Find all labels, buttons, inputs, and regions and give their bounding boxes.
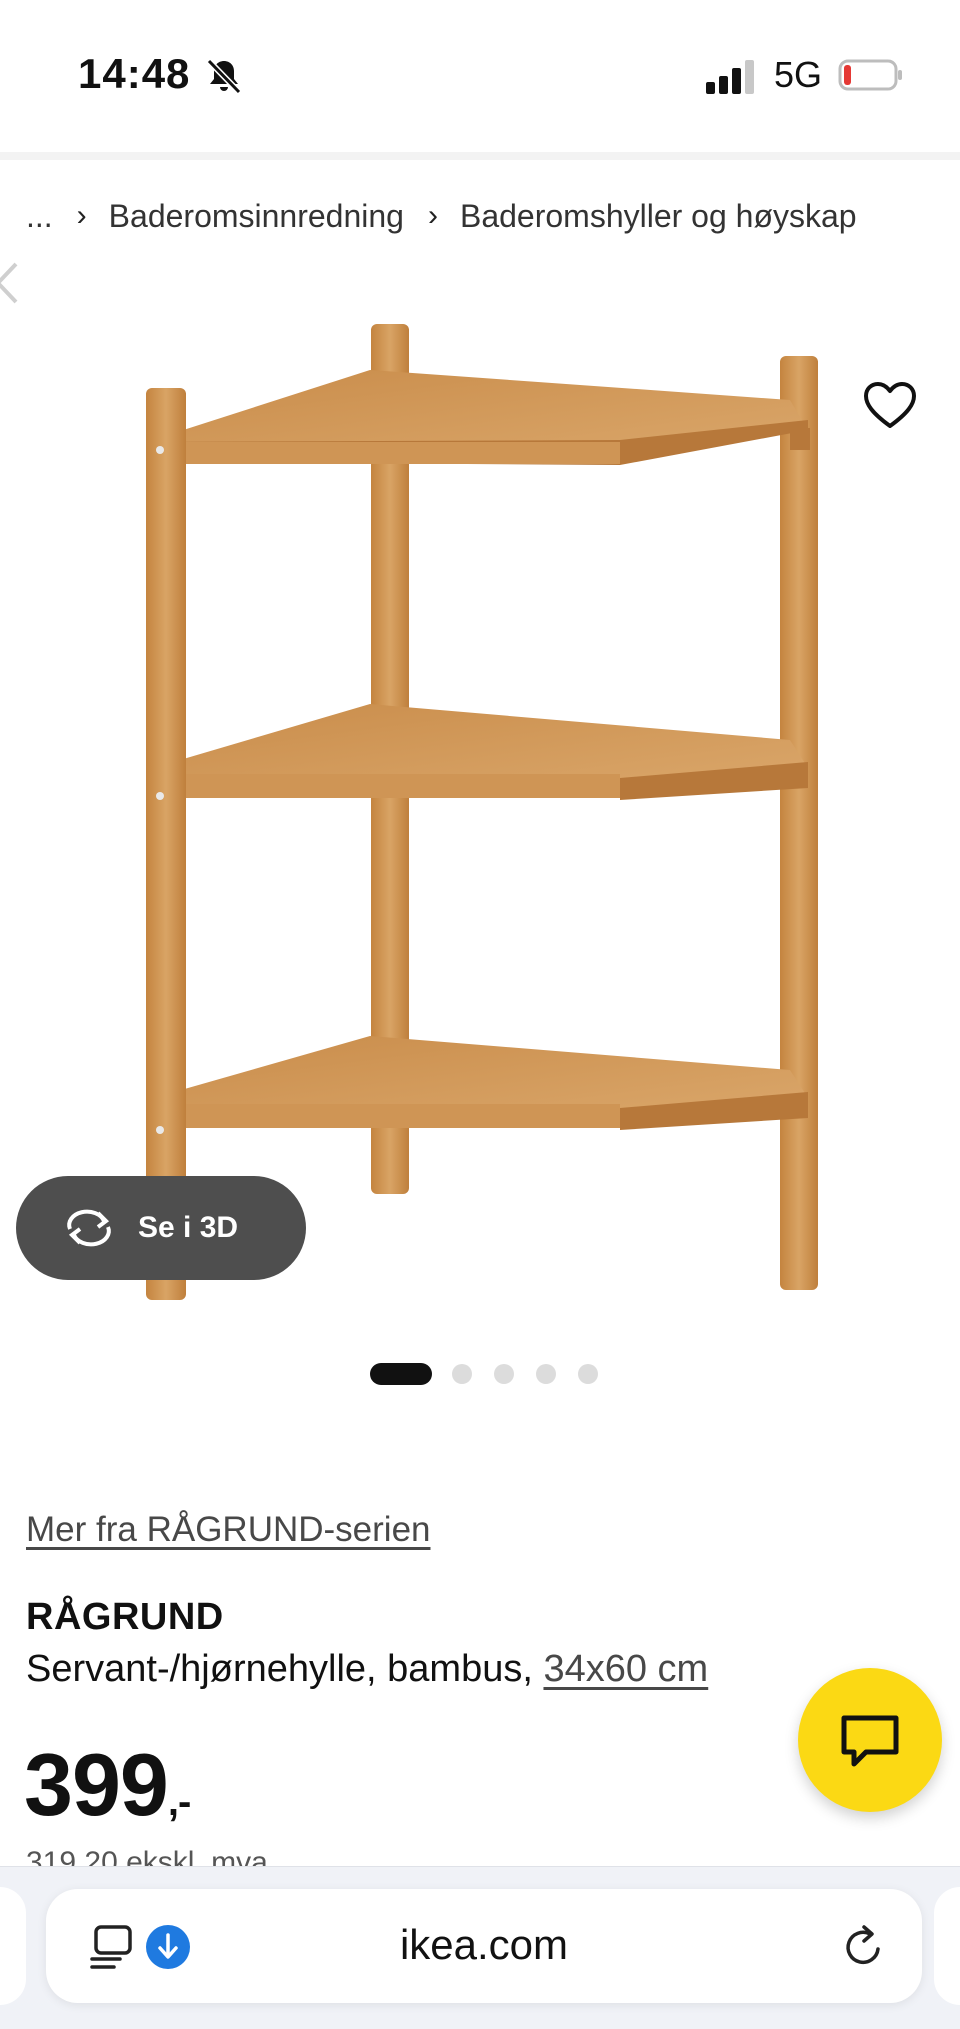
cellular-signal-icon <box>706 60 754 94</box>
bell-slash-icon <box>206 58 242 95</box>
next-tab-preview[interactable] <box>934 1887 960 2005</box>
rotate-3d-icon <box>67 1209 111 1247</box>
view-in-3d-label: Se i 3D <box>138 1211 239 1244</box>
previous-tab-preview[interactable] <box>0 1887 26 2005</box>
chat-icon <box>841 1715 899 1767</box>
carousel-dot-active[interactable] <box>370 1363 432 1385</box>
view-in-3d-button[interactable]: Se i 3D <box>16 1176 306 1280</box>
product-price: 399,- <box>24 1734 191 1836</box>
heart-icon[interactable] <box>862 380 918 432</box>
product-description-text: Servant-/hjørnehylle, bambus, <box>26 1648 533 1690</box>
series-link[interactable]: Mer fra RÅGRUND-serien <box>26 1510 431 1550</box>
header-divider <box>0 152 960 160</box>
battery-icon <box>838 59 902 91</box>
image-carousel-indicator <box>370 1362 620 1386</box>
breadcrumb-item-bathroom-furniture[interactable]: Baderomsinnredning <box>109 198 404 235</box>
network-type: 5G <box>774 54 823 95</box>
product-description: Servant-/hjørnehylle, bambus, 34x60 cm <box>26 1648 708 1691</box>
product-image[interactable] <box>100 300 860 1310</box>
chevron-left-icon[interactable] <box>0 258 32 308</box>
breadcrumb: ... › Baderomsinnredning › Baderomshylle… <box>26 192 857 240</box>
breadcrumb-ellipsis[interactable]: ... <box>26 198 53 235</box>
carousel-dot[interactable] <box>452 1364 472 1384</box>
breadcrumb-separator-icon: › <box>427 199 438 232</box>
reload-icon[interactable] <box>842 1923 886 1971</box>
carousel-dot[interactable] <box>494 1364 514 1384</box>
chat-button[interactable] <box>798 1668 942 1812</box>
carousel-dot[interactable] <box>578 1364 598 1384</box>
breadcrumb-separator-icon: › <box>76 199 87 232</box>
product-name: RÅGRUND <box>26 1596 224 1638</box>
address-bar[interactable]: ikea.com <box>46 1889 922 2003</box>
status-time: 14:48 <box>78 50 191 97</box>
breadcrumb-item-bathroom-shelves[interactable]: Baderomshyller og høyskap <box>460 198 857 235</box>
price-suffix: ,- <box>167 1780 191 1824</box>
url-text[interactable]: ikea.com <box>46 1921 922 1969</box>
price-value: 399 <box>24 1735 169 1834</box>
carousel-dot[interactable] <box>536 1364 556 1384</box>
browser-toolbar: ikea.com <box>0 1866 960 2029</box>
status-bar: 14:48 5G <box>0 0 960 152</box>
product-size-link[interactable]: 34x60 cm <box>543 1648 708 1690</box>
